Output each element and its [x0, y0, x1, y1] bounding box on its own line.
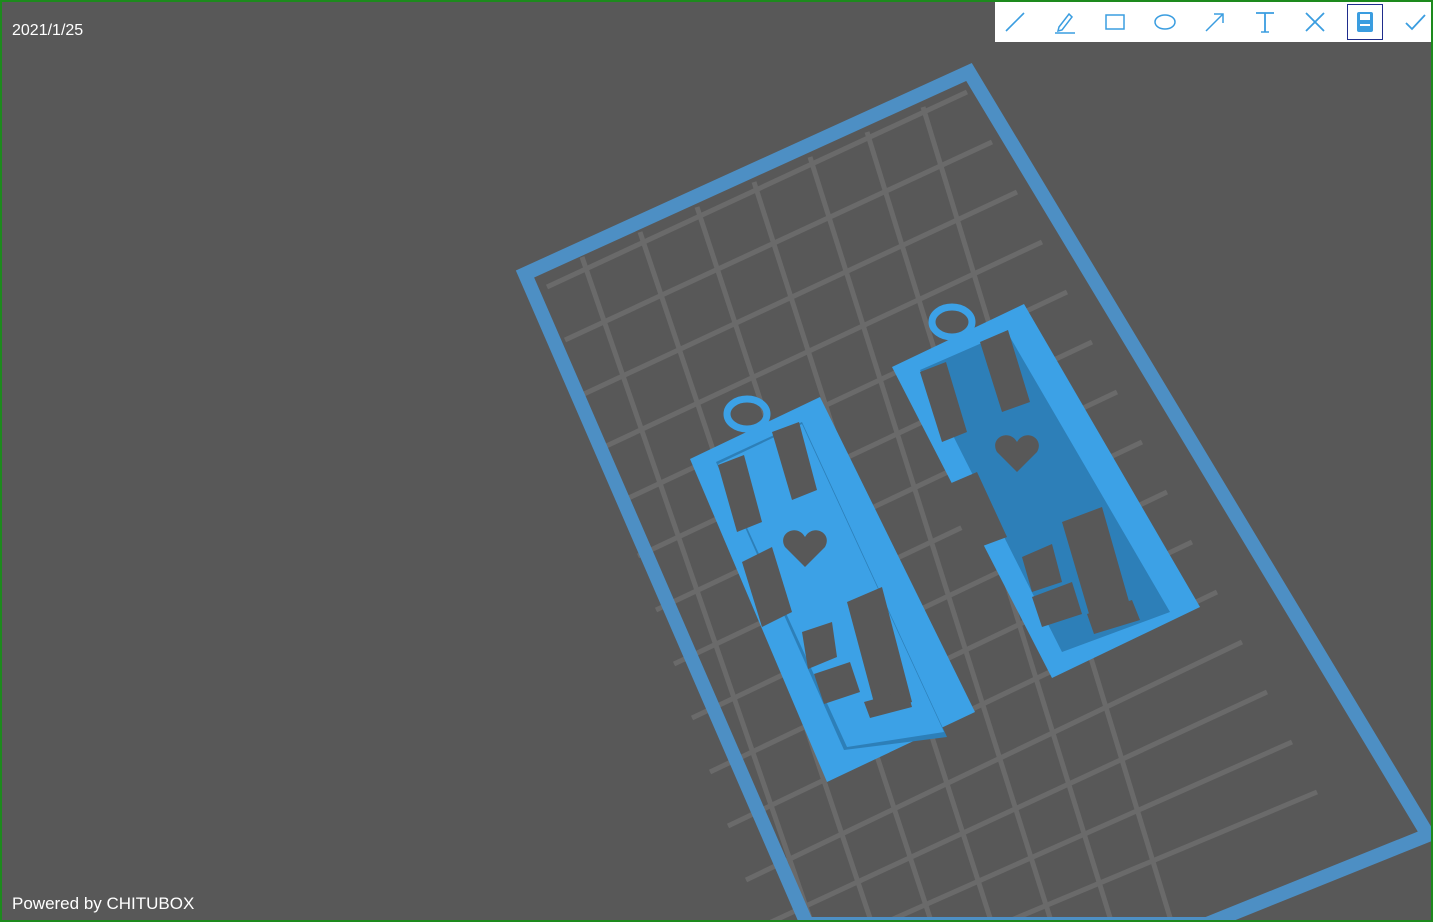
close-icon	[1305, 12, 1325, 32]
save-icon	[1357, 12, 1373, 32]
date-label: 2021/1/25	[12, 22, 84, 39]
pen-tool-button[interactable]	[1047, 4, 1083, 40]
cancel-button[interactable]	[1297, 4, 1333, 40]
model-pendant-right[interactable]	[892, 303, 1200, 678]
annotation-toolbar	[995, 2, 1431, 42]
model-pendant-left[interactable]	[690, 395, 975, 782]
text-icon	[1256, 12, 1274, 33]
confirm-button[interactable]	[1397, 4, 1431, 40]
rectangle-tool-button[interactable]	[1097, 4, 1133, 40]
line-icon	[1005, 12, 1025, 32]
powered-by-label: Powered by CHITUBOX	[12, 894, 195, 913]
save-button[interactable]	[1347, 4, 1383, 40]
ellipse-icon	[1154, 14, 1176, 30]
ellipse-tool-button[interactable]	[1147, 4, 1183, 40]
pen-icon	[1055, 12, 1075, 34]
screenshot-frame: 2021/1/25 Powered by CHITUBOX	[0, 0, 1433, 922]
arrow-icon	[1205, 13, 1224, 32]
line-tool-button[interactable]	[997, 4, 1033, 40]
text-tool-button[interactable]	[1247, 4, 1283, 40]
check-icon	[1405, 14, 1426, 31]
3d-viewport[interactable]	[2, 2, 1433, 922]
rectangle-icon	[1105, 14, 1125, 30]
arrow-tool-button[interactable]	[1197, 4, 1233, 40]
